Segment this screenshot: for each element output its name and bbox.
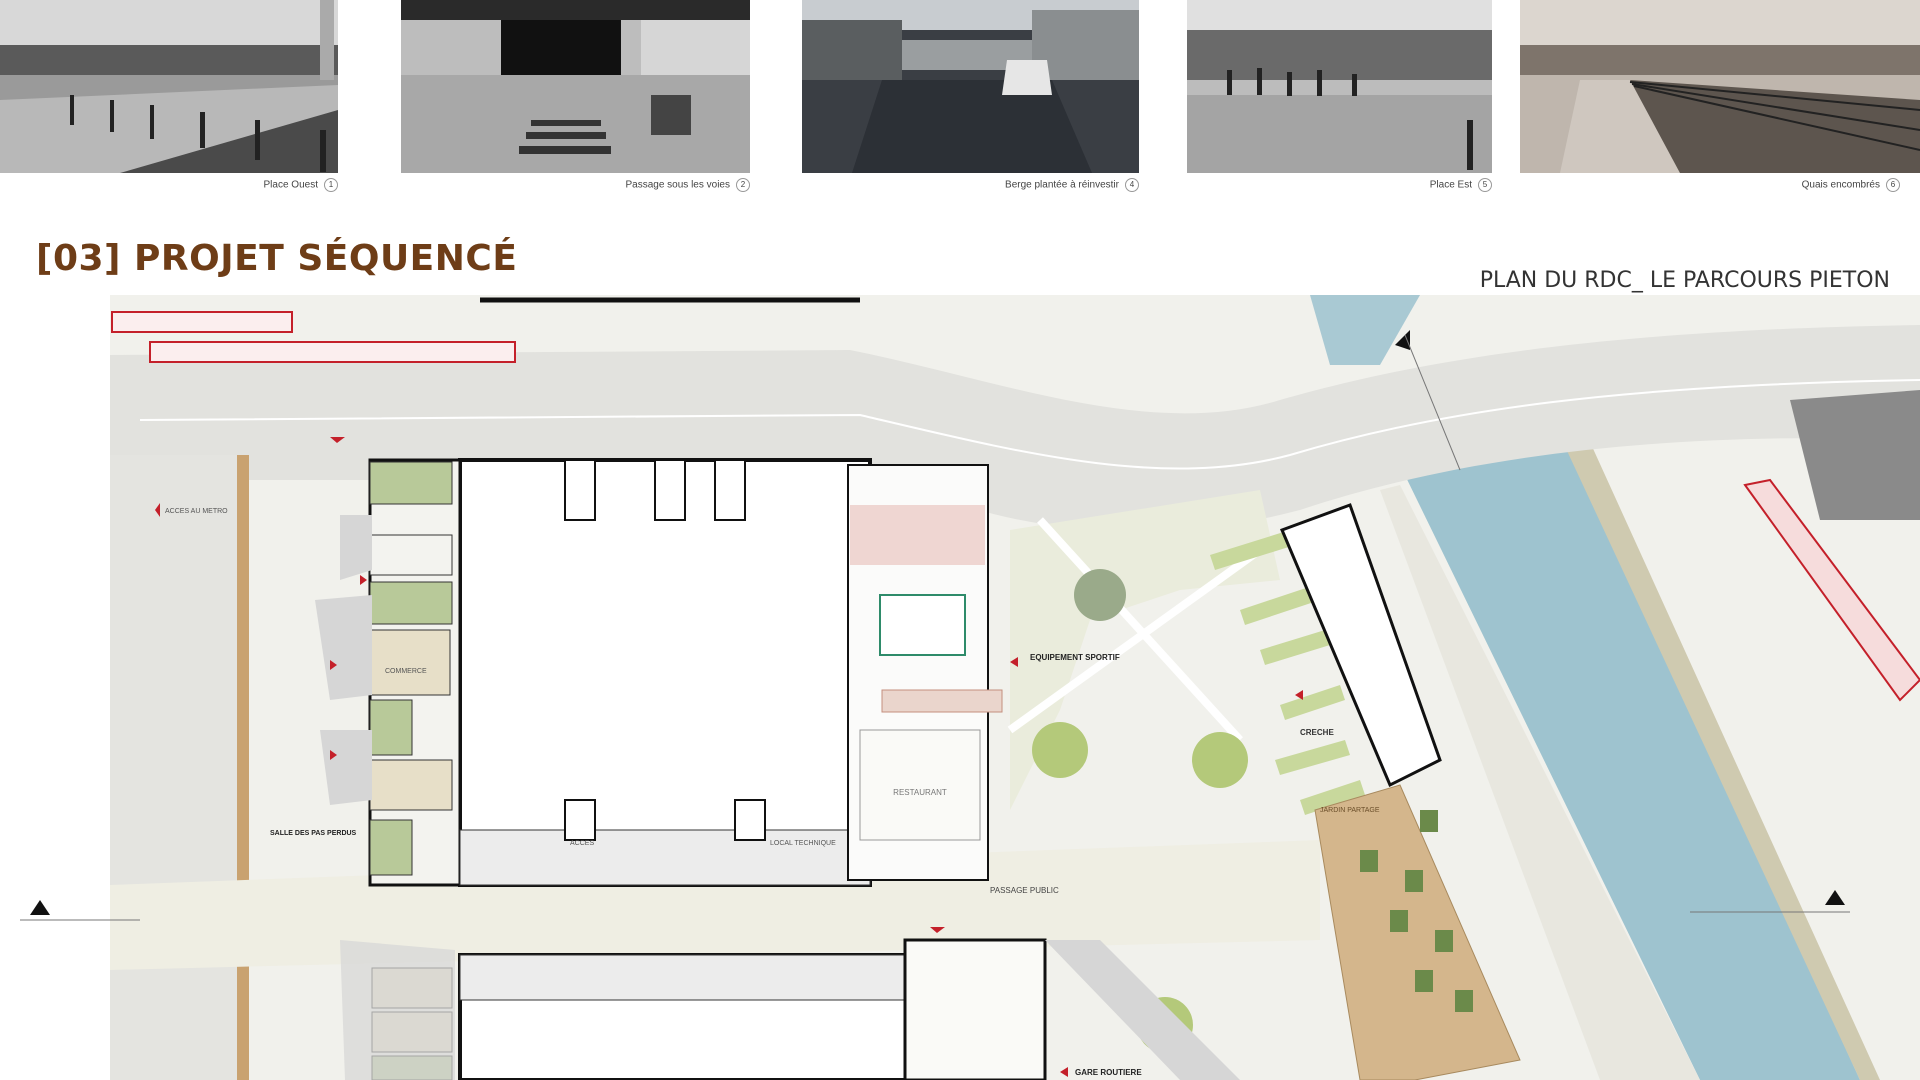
sports-bleachers — [881, 689, 1003, 713]
caption-number: 4 — [1125, 178, 1139, 192]
caption-text: Place Est — [1429, 179, 1472, 191]
jardin-partage-label: JARDIN PARTAGE — [1320, 807, 1380, 814]
plan-drawing: RESTAURANT CRECHE PASSAGE PUBLIC EQUIPEM… — [20, 295, 1920, 1080]
north-shop-strip — [459, 829, 871, 886]
caption-number: 1 — [324, 178, 338, 192]
photo-caption-3: Berge plantée à réinvestir 4 — [900, 178, 1139, 192]
gare-routiere-label: GARE ROUTIERE — [1075, 1068, 1142, 1077]
photo-berge-plantee — [802, 0, 1139, 173]
local-technique-label: LOCAL TECHNIQUE — [770, 840, 836, 847]
acces-metro-label: ACCES AU METRO — [165, 508, 228, 515]
restaurant-label: RESTAURANT — [893, 788, 947, 797]
photo-place-ouest — [0, 0, 338, 173]
commerce-label: COMMERCE — [385, 668, 427, 675]
section-title: [03] PROJET SÉQUENCÉ — [36, 238, 518, 279]
caption-number: 5 — [1478, 178, 1492, 192]
main-hall-north — [458, 458, 872, 887]
photo-place-est — [1187, 0, 1492, 173]
caption-number: 2 — [736, 178, 750, 192]
train-2 — [149, 341, 516, 363]
caption-text: Berge plantée à réinvestir — [1005, 179, 1119, 191]
photo-caption-4: Place Est 5 — [1330, 178, 1492, 192]
south-east-block — [903, 938, 1047, 1080]
equipement-sportif-label: EQUIPEMENT SPORTIF — [1030, 653, 1120, 662]
wood-strip — [237, 455, 249, 1080]
photo-caption-1: Place Ouest 1 — [150, 178, 338, 192]
photo-caption-5: Quais encombrés 6 — [1700, 178, 1900, 192]
caption-text: Place Ouest — [263, 179, 318, 191]
photo-passage-sous-voies — [401, 0, 750, 173]
photo-quais-encombres — [1520, 0, 1920, 173]
creche-label: CRECHE — [1300, 728, 1334, 737]
left-sidewalk — [110, 455, 240, 1080]
train-1 — [111, 311, 293, 333]
photo-caption-2: Passage sous les voies 2 — [520, 178, 750, 192]
passage-public-label: PASSAGE PUBLIC — [990, 886, 1059, 895]
sports-pink-zone — [850, 505, 985, 565]
caption-number: 6 — [1886, 178, 1900, 192]
south-canopy — [340, 940, 455, 1080]
caption-text: Passage sous les voies — [625, 179, 730, 191]
south-shop-strip — [459, 954, 911, 1001]
restaurant-block — [859, 729, 981, 841]
ground-floor-plan: RESTAURANT CRECHE PASSAGE PUBLIC EQUIPEM… — [0, 290, 1920, 1080]
acces-label: ACCES — [570, 840, 594, 847]
sports-stair — [879, 594, 966, 656]
caption-text: Quais encombrés — [1801, 179, 1880, 191]
salle-pas-perdus-label: SALLE DES PAS PERDUS — [270, 830, 357, 837]
